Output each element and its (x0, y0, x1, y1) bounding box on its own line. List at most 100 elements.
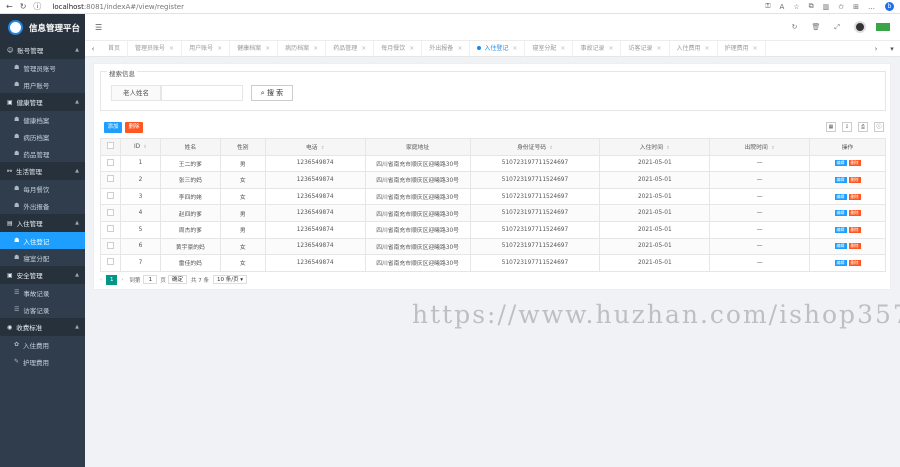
extensions-icon[interactable]: ⧉ (809, 2, 814, 11)
info-icon[interactable]: ⓘ (33, 1, 41, 12)
sidebar-item-health-records[interactable]: ☗ 健康档案 (0, 111, 85, 128)
edit-button[interactable]: 编辑 (834, 259, 847, 266)
sidebar-item-admin-accounts[interactable]: ☗ 管理员账号 (0, 59, 85, 76)
tab-monthly-meals[interactable]: 每月餐饮 × (374, 40, 423, 57)
columns-filter-icon[interactable]: ▦ (826, 122, 836, 132)
menu-toggle-icon[interactable]: ☰ (95, 23, 102, 32)
star-icon[interactable]: ☆ (793, 3, 799, 11)
row-checkbox[interactable] (106, 175, 114, 183)
menu-group-fees[interactable]: ◉ 收费标准 ▲ (0, 318, 85, 336)
sidebar-item-room-assignment[interactable]: ☗ 寝室分配 (0, 249, 85, 266)
column-header[interactable]: 身份证号码 ⇕ (469, 138, 601, 156)
table-row[interactable]: 1 王二的爹男 1236549874 四川省南充市顺庆区迎曦路30号 510723197… (100, 154, 886, 173)
tab-admin-accounts[interactable]: 管理员账号 × (128, 40, 183, 57)
close-icon[interactable]: × (361, 45, 366, 52)
column-header[interactable]: 出院时间 ⇕ (709, 138, 811, 156)
language-flag-icon[interactable] (876, 23, 890, 31)
export-icon[interactable]: ⇩ (842, 122, 852, 132)
favorites-icon[interactable]: ✩ (838, 3, 844, 11)
row-checkbox[interactable] (106, 192, 114, 200)
column-header[interactable]: 电话 ⇕ (264, 138, 366, 156)
next-page-icon[interactable]: › (121, 277, 123, 283)
table-row[interactable]: 5 周杰的爹男 1236549874 四川省南充市顺庆区迎曦路30号 510723197… (100, 220, 886, 239)
row-checkbox[interactable] (106, 208, 114, 216)
tab-visitor-records[interactable]: 访客记录 × (621, 40, 670, 57)
tab-nursing-fees[interactable]: 护理费用 × (718, 40, 766, 57)
sidebar-item-nursing-fees[interactable]: ✎ 护理费用 (0, 353, 85, 370)
sidebar-item-visitor-records[interactable]: ☰ 访客记录 (0, 301, 85, 318)
tab-checkin-fees[interactable]: 入住费用 × (670, 40, 718, 57)
menu-group-life[interactable]: ⚯ 生活管理 ▲ (0, 162, 85, 180)
table-row[interactable]: 2 张三的妈女 1236549874 四川省南充市顺庆区迎曦路30号 510723197… (100, 171, 886, 189)
sidebar-item-monthly-meals[interactable]: ☗ 每月餐饮 (0, 180, 85, 197)
tab-menu-chevron-down-icon[interactable]: ▾ (884, 45, 900, 53)
close-icon[interactable]: × (512, 45, 517, 52)
close-icon[interactable]: × (457, 45, 462, 52)
sort-icon[interactable]: ⇕ (666, 146, 670, 151)
close-icon[interactable]: × (560, 45, 565, 52)
name-search-input[interactable] (161, 85, 243, 101)
read-aloud-icon[interactable]: A (780, 3, 785, 11)
trash-icon[interactable]: 🗑 (812, 23, 821, 31)
row-delete-button[interactable]: 删除 (848, 243, 861, 250)
table-row[interactable]: 3 李四的姥女 1236549874 四川省南充市顺庆区迎曦路30号 510723197… (100, 187, 886, 206)
goto-page-input[interactable]: 1 (143, 275, 158, 284)
sidebar-item-medicine[interactable]: ☗ 药品管理 (0, 145, 85, 162)
select-all-checkbox[interactable] (106, 142, 114, 150)
back-icon[interactable]: ← (6, 2, 13, 11)
row-delete-button[interactable]: 删除 (848, 259, 861, 266)
tab-home[interactable]: 首页 (101, 40, 129, 57)
tab-medicine[interactable]: 药品管理 × (326, 40, 375, 57)
sort-icon[interactable]: ⇕ (143, 145, 147, 150)
menu-dots-icon[interactable]: … (868, 3, 875, 11)
edit-button[interactable]: 编辑 (834, 210, 847, 217)
tab-accident-records[interactable]: 事故记录 × (573, 40, 622, 57)
row-delete-button[interactable]: 删除 (848, 193, 861, 200)
address-bar[interactable]: localhost:8081/indexA#/view/register (52, 3, 756, 11)
sidebar-item-checkin-register[interactable]: ☗ 入住登记 (0, 232, 85, 249)
close-icon[interactable]: × (657, 45, 662, 52)
close-icon[interactable]: × (217, 45, 222, 52)
menu-group-health[interactable]: ▣ 健康管理 ▲ (0, 93, 85, 111)
row-checkbox[interactable] (106, 158, 114, 166)
close-icon[interactable]: × (409, 45, 414, 52)
sort-icon[interactable]: ⇕ (771, 146, 775, 151)
tab-room-assignment[interactable]: 寝室分配 × (525, 40, 574, 57)
menu-group-account[interactable]: ☺ 账号管理 ▲ (0, 41, 85, 59)
row-delete-button[interactable]: 删除 (848, 160, 861, 167)
menu-group-security[interactable]: ▣ 安全管理 ▲ (0, 266, 85, 284)
edit-button[interactable]: 编辑 (834, 176, 847, 183)
row-delete-button[interactable]: 删除 (848, 226, 861, 233)
table-row[interactable]: 7 雷佳的妈女 1236549874 四川省南充市顺庆区迎曦路30号 510723197… (100, 254, 886, 272)
sort-icon[interactable]: ⇕ (549, 146, 553, 151)
close-icon[interactable]: × (169, 45, 174, 52)
tab-checkin-register[interactable]: 入住登记 × (470, 40, 526, 57)
row-checkbox[interactable] (106, 225, 114, 233)
key-icon[interactable]: ⚿ (765, 2, 770, 11)
row-delete-button[interactable]: 删除 (848, 210, 861, 217)
close-icon[interactable]: × (313, 45, 318, 52)
tab-outing-reports[interactable]: 外出报备 × (422, 40, 471, 57)
close-icon[interactable]: × (753, 45, 758, 52)
sidebar-item-user-accounts[interactable]: ☗ 用户账号 (0, 76, 85, 93)
edit-button[interactable]: 编辑 (834, 243, 847, 250)
column-header[interactable]: 入住时间 ⇕ (599, 138, 711, 156)
help-icon[interactable]: ⓘ (874, 122, 884, 132)
close-icon[interactable]: × (608, 45, 613, 52)
tab-health-records[interactable]: 健康档案 × (230, 40, 279, 57)
edit-button[interactable]: 编辑 (834, 160, 847, 167)
row-checkbox[interactable] (106, 241, 114, 249)
close-icon[interactable]: × (705, 45, 710, 52)
close-icon[interactable]: × (265, 45, 270, 52)
fullscreen-icon[interactable]: ⤢ (834, 23, 840, 32)
tab-scroll-left-icon[interactable]: ‹ (85, 45, 101, 53)
sort-icon[interactable]: ⇕ (321, 146, 325, 151)
goto-confirm-button[interactable]: 确定 (167, 275, 187, 284)
profile-icon[interactable]: b (885, 2, 894, 11)
row-checkbox[interactable] (106, 258, 114, 266)
sidebar-item-outing-reports[interactable]: ☗ 外出报备 (0, 197, 85, 214)
prev-page-icon[interactable]: ‹ (100, 277, 102, 283)
sidebar-item-medical-records[interactable]: ☗ 病历档案 (0, 128, 85, 145)
menu-group-checkin[interactable]: ▤ 入住管理 ▲ (0, 214, 85, 232)
add-button[interactable]: 添加 (104, 122, 122, 133)
